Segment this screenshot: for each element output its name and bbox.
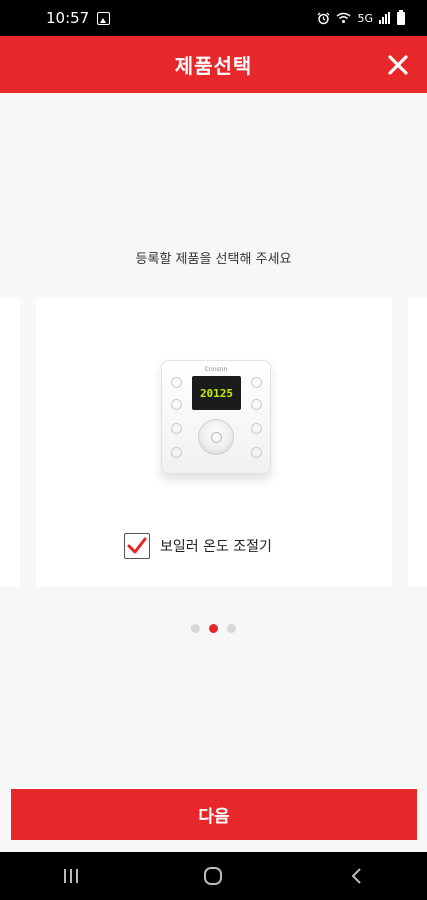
system-nav-bar: [0, 852, 427, 900]
status-bar: 10:57 5G: [0, 0, 427, 36]
device-button: [171, 447, 182, 458]
close-button[interactable]: [383, 50, 413, 80]
back-button[interactable]: [336, 856, 376, 896]
carousel-card-next[interactable]: [408, 298, 427, 586]
wifi-icon: [337, 12, 351, 23]
device-button: [251, 423, 262, 434]
device-dial: [198, 419, 234, 455]
instruction-text: 등록할 제품을 선택해 주세요: [135, 252, 292, 267]
device-button: [251, 399, 262, 410]
gallery-icon: [97, 11, 111, 25]
page-title: 제품선택: [174, 54, 253, 78]
recent-apps-icon: [64, 869, 79, 883]
signal-icon: [379, 12, 391, 24]
device-button: [171, 377, 182, 388]
close-icon: [388, 55, 408, 75]
product-label: 보일러 온도 조절기: [160, 539, 272, 555]
home-icon: [204, 867, 223, 885]
app-header: 제품선택: [0, 36, 427, 93]
carousel-pagination: [0, 624, 427, 633]
network-label: 5G: [357, 11, 373, 25]
page-dot[interactable]: [227, 624, 236, 633]
status-time: 10:57: [46, 9, 90, 27]
thermostat-image: Cnnsnn 20125: [161, 360, 271, 474]
carousel-card-product[interactable]: Cnnsnn 20125 보일러 온도 조절기: [36, 298, 392, 586]
page-dot-active[interactable]: [209, 624, 218, 633]
battery-icon: [397, 9, 405, 25]
carousel-card-previous[interactable]: [0, 298, 20, 586]
device-button: [171, 423, 182, 434]
recent-apps-button[interactable]: [51, 856, 91, 896]
checkmark-icon: [127, 537, 147, 554]
device-button: [251, 447, 262, 458]
device-brand: Cnnsnn: [204, 366, 228, 373]
next-button[interactable]: 다음: [11, 789, 417, 840]
device-button: [171, 399, 182, 410]
device-display: 20125: [192, 376, 241, 410]
product-select-row[interactable]: 보일러 온도 조절기: [124, 533, 272, 559]
page-dot[interactable]: [191, 624, 200, 633]
home-button[interactable]: [193, 856, 233, 896]
back-icon: [351, 868, 361, 884]
device-button: [251, 377, 262, 388]
product-checkbox[interactable]: [124, 533, 150, 559]
alarm-icon: [318, 12, 330, 24]
